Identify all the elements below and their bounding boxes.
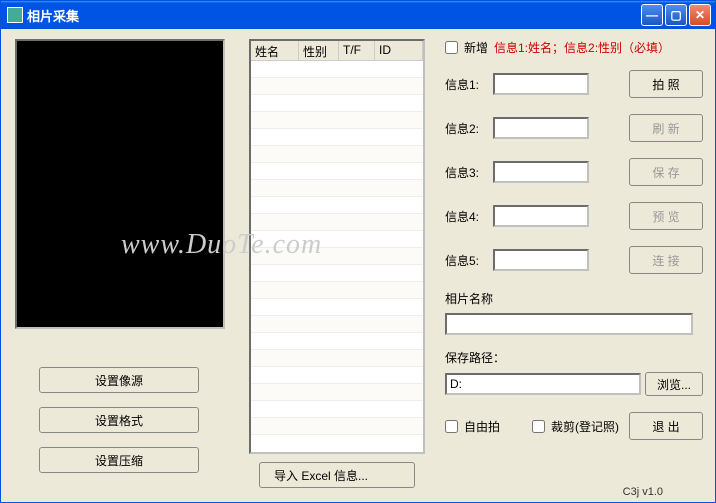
crop-label: 裁剪(登记照)	[551, 418, 619, 435]
info5-input[interactable]	[493, 249, 589, 271]
save-path-row: 浏览...	[445, 372, 703, 396]
set-source-button[interactable]: 设置像源	[39, 367, 199, 393]
info3-input[interactable]	[493, 161, 589, 183]
top-row: 新增 信息1:姓名；信息2:性别（必填）	[445, 39, 703, 56]
col-tf[interactable]: T/F	[339, 41, 375, 60]
client-area: 设置像源 设置格式 设置压缩 姓名 性别 T/F ID 导入 Excel 信息.…	[1, 29, 715, 502]
save-path-label: 保存路径：	[445, 349, 703, 366]
info-list[interactable]: 姓名 性别 T/F ID	[249, 39, 425, 454]
required-hint: 信息1:姓名；信息2:性别（必填）	[494, 39, 670, 56]
info-row-2: 信息2: 刷 新	[445, 114, 703, 142]
preview-button[interactable]: 预 览	[629, 202, 703, 230]
info4-label: 信息4:	[445, 208, 493, 225]
info5-label: 信息5:	[445, 252, 493, 269]
info1-input[interactable]	[493, 73, 589, 95]
capture-button[interactable]: 拍 照	[629, 70, 703, 98]
import-excel-button[interactable]: 导入 Excel 信息...	[259, 462, 415, 488]
save-button[interactable]: 保 存	[629, 158, 703, 186]
info-row-4: 信息4: 预 览	[445, 202, 703, 230]
photo-name-label: 相片名称	[445, 290, 703, 307]
version-label: C3j v1.0	[623, 486, 663, 498]
info2-label: 信息2:	[445, 120, 493, 137]
bottom-row: 自由拍 裁剪(登记照) 退 出	[445, 412, 703, 440]
add-new-checkbox[interactable]	[445, 41, 458, 54]
info3-label: 信息3:	[445, 164, 493, 181]
connect-button[interactable]: 连 接	[629, 246, 703, 274]
app-window: 相片采集 — ▢ ✕ 设置像源 设置格式 设置压缩 姓名 性别 T/F ID 导…	[0, 0, 716, 503]
info-row-3: 信息3: 保 存	[445, 158, 703, 186]
exit-button[interactable]: 退 出	[629, 412, 703, 440]
minimize-button[interactable]: —	[641, 4, 663, 26]
add-new-label: 新增	[464, 39, 488, 56]
titlebar: 相片采集 — ▢ ✕	[1, 1, 715, 29]
close-button[interactable]: ✕	[689, 4, 711, 26]
list-header: 姓名 性别 T/F ID	[251, 41, 423, 61]
camera-preview	[15, 39, 225, 329]
col-id[interactable]: ID	[375, 41, 423, 60]
info-row-1: 信息1: 拍 照	[445, 70, 703, 98]
window-buttons: — ▢ ✕	[641, 4, 711, 26]
set-format-button[interactable]: 设置格式	[39, 407, 199, 433]
info1-label: 信息1:	[445, 76, 493, 93]
info2-input[interactable]	[493, 117, 589, 139]
free-shoot-label: 自由拍	[464, 418, 500, 435]
info-row-5: 信息5: 连 接	[445, 246, 703, 274]
window-title: 相片采集	[27, 6, 641, 25]
maximize-button[interactable]: ▢	[665, 4, 687, 26]
set-compress-button[interactable]: 设置压缩	[39, 447, 199, 473]
refresh-button[interactable]: 刷 新	[629, 114, 703, 142]
photo-name-input[interactable]	[445, 313, 693, 335]
save-path-input[interactable]	[445, 373, 641, 395]
col-name[interactable]: 姓名	[251, 41, 299, 60]
app-icon	[7, 7, 23, 23]
info4-input[interactable]	[493, 205, 589, 227]
browse-button[interactable]: 浏览...	[645, 372, 703, 396]
free-shoot-checkbox[interactable]	[445, 420, 458, 433]
col-gender[interactable]: 性别	[299, 41, 339, 60]
list-rows	[251, 61, 423, 435]
right-panel: 新增 信息1:姓名；信息2:性别（必填） 信息1: 拍 照 信息2: 刷 新 信…	[445, 39, 703, 440]
crop-checkbox[interactable]	[532, 420, 545, 433]
